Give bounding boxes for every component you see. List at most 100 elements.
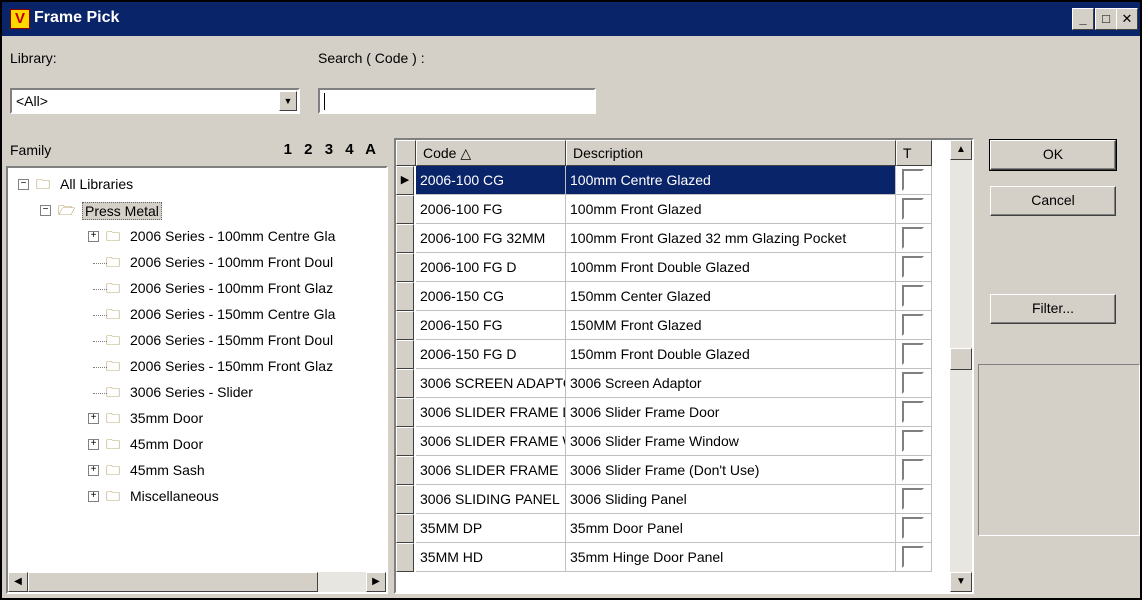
code-cell[interactable]: 2006-150 CG xyxy=(416,282,566,311)
row-header[interactable] xyxy=(396,369,414,398)
tree-node[interactable]: − 🗀 All Libraries xyxy=(8,174,386,196)
row-header[interactable] xyxy=(396,224,414,253)
grid-scroll-thumb[interactable] xyxy=(950,348,972,370)
close-button[interactable]: ✕ xyxy=(1116,8,1138,30)
code-cell[interactable]: 35MM HD xyxy=(416,543,566,572)
code-cell[interactable]: 3006 SLIDING PANEL xyxy=(416,485,566,514)
row-header[interactable] xyxy=(396,456,414,485)
tree-level-buttons[interactable]: 1 2 3 4 A xyxy=(284,141,380,158)
row-header[interactable] xyxy=(396,543,414,572)
description-cell[interactable]: 3006 Slider Frame (Don't Use) xyxy=(566,456,896,485)
row-header[interactable] xyxy=(396,253,414,282)
code-cell[interactable]: 35MM DP xyxy=(416,514,566,543)
t-checkbox[interactable] xyxy=(902,546,924,568)
description-cell[interactable]: 150MM Front Glazed xyxy=(566,311,896,340)
table-row[interactable]: 35MM HD 35mm Hinge Door Panel xyxy=(396,543,972,572)
row-header[interactable] xyxy=(396,485,414,514)
expand-icon[interactable]: + xyxy=(88,439,99,450)
code-cell[interactable]: 3006 SLIDER FRAME xyxy=(416,456,566,485)
column-header-t[interactable]: T xyxy=(896,140,932,166)
frames-grid[interactable]: Code △ Description T ▶ 2006-100 CG 100mm C… xyxy=(394,138,974,594)
maximize-button[interactable]: □ xyxy=(1095,8,1117,30)
code-cell[interactable]: 3006 SCREEN ADAPTOR xyxy=(416,369,566,398)
table-row[interactable]: 35MM DP 35mm Door Panel xyxy=(396,514,972,543)
t-checkbox[interactable] xyxy=(902,198,924,220)
t-checkbox[interactable] xyxy=(902,285,924,307)
table-row[interactable]: 2006-100 FG 32MM 100mm Front Glazed 32 mm… xyxy=(396,224,972,253)
description-cell[interactable]: 3006 Slider Frame Window xyxy=(566,427,896,456)
t-checkbox[interactable] xyxy=(902,169,924,191)
row-header[interactable] xyxy=(396,282,414,311)
code-cell[interactable]: 3006 SLIDER FRAME WINDOW xyxy=(416,427,566,456)
code-cell[interactable]: 2006-100 CG xyxy=(416,166,566,195)
scroll-right-icon[interactable]: ▶ xyxy=(366,572,386,592)
t-checkbox[interactable] xyxy=(902,314,924,336)
t-checkbox[interactable] xyxy=(902,488,924,510)
table-row[interactable]: 2006-150 FG 150MM Front Glazed xyxy=(396,311,972,340)
description-cell[interactable]: 150mm Center Glazed xyxy=(566,282,896,311)
t-checkbox[interactable] xyxy=(902,372,924,394)
scroll-down-icon[interactable]: ▼ xyxy=(950,572,972,592)
description-cell[interactable]: 100mm Front Double Glazed xyxy=(566,253,896,282)
t-checkbox[interactable] xyxy=(902,459,924,481)
search-input[interactable] xyxy=(318,88,596,114)
title-bar[interactable]: V Frame Pick _ □ ✕ xyxy=(2,2,1140,36)
table-row[interactable]: 3006 SCREEN ADAPTOR3006 Screen Adaptor xyxy=(396,369,972,398)
t-checkbox[interactable] xyxy=(902,227,924,249)
tree-node[interactable]: + 🗀 45mm Door xyxy=(8,434,386,456)
tree-horizontal-scrollbar[interactable]: ◀ ▶ xyxy=(8,572,386,592)
description-cell[interactable]: 3006 Slider Frame Door xyxy=(566,398,896,427)
expand-icon[interactable]: + xyxy=(88,231,99,242)
expand-icon[interactable]: + xyxy=(88,413,99,424)
table-row[interactable]: 2006-150 FG D 150mm Front Double Glazed xyxy=(396,340,972,369)
description-cell[interactable]: 150mm Front Double Glazed xyxy=(566,340,896,369)
collapse-icon[interactable]: − xyxy=(18,179,29,190)
t-checkbox[interactable] xyxy=(902,517,924,539)
tree-node[interactable]: 🗀 2006 Series - 150mm Front Glaz xyxy=(8,356,386,378)
table-row[interactable]: 3006 SLIDING PANEL 3006 Sliding Panel xyxy=(396,485,972,514)
code-cell[interactable]: 2006-100 FG D xyxy=(416,253,566,282)
table-row[interactable]: 3006 SLIDER FRAME DOOR3006 Slider Frame … xyxy=(396,398,972,427)
code-cell[interactable]: 3006 SLIDER FRAME DOOR xyxy=(416,398,566,427)
chevron-down-icon[interactable]: ▼ xyxy=(279,91,297,111)
tree-scroll-thumb[interactable] xyxy=(28,572,318,592)
table-row[interactable]: 2006-100 FG 100mm Front Glazed xyxy=(396,195,972,224)
tree-node[interactable]: + 🗀 2006 Series - 100mm Centre Gla xyxy=(8,226,386,248)
row-header[interactable] xyxy=(396,427,414,456)
table-row[interactable]: 2006-100 FG D 100mm Front Double Glazed xyxy=(396,253,972,282)
current-row-indicator-icon[interactable]: ▶ xyxy=(396,166,414,195)
description-cell[interactable]: 3006 Screen Adaptor xyxy=(566,369,896,398)
t-checkbox[interactable] xyxy=(902,430,924,452)
row-header[interactable] xyxy=(396,340,414,369)
tree-node[interactable]: 🗀 2006 Series - 100mm Front Glaz xyxy=(8,278,386,300)
description-cell[interactable]: 35mm Hinge Door Panel xyxy=(566,543,896,572)
description-cell[interactable]: 35mm Door Panel xyxy=(566,514,896,543)
row-header[interactable] xyxy=(396,514,414,543)
tree-node[interactable]: 🗀 3006 Series - Slider xyxy=(8,382,386,404)
description-cell[interactable]: 3006 Sliding Panel xyxy=(566,485,896,514)
filter-button[interactable]: Filter... xyxy=(990,294,1116,324)
scroll-up-icon[interactable]: ▲ xyxy=(950,140,972,160)
table-row[interactable]: 3006 SLIDER FRAME 3006 Slider Frame (Don'… xyxy=(396,456,972,485)
description-cell[interactable]: 100mm Front Glazed xyxy=(566,195,896,224)
tree-node[interactable]: + 🗀 45mm Sash xyxy=(8,460,386,482)
tree-node[interactable]: 🗀 2006 Series - 100mm Front Doul xyxy=(8,252,386,274)
family-tree[interactable]: − 🗀 All Libraries − 🗁 Press Metal + 🗀 2006 Serie… xyxy=(6,166,388,594)
table-row[interactable]: ▶ 2006-100 CG 100mm Centre Glazed xyxy=(396,166,972,195)
t-checkbox[interactable] xyxy=(902,256,924,278)
grid-vertical-scrollbar[interactable]: ▲ ▼ xyxy=(950,140,972,592)
tree-node[interactable]: + 🗀 Miscellaneous xyxy=(8,486,386,508)
description-cell[interactable]: 100mm Front Glazed 32 mm Glazing Pocket xyxy=(566,224,896,253)
code-cell[interactable]: 2006-150 FG D xyxy=(416,340,566,369)
scroll-left-icon[interactable]: ◀ xyxy=(8,572,28,592)
tree-node[interactable]: 🗀 2006 Series - 150mm Centre Gla xyxy=(8,304,386,326)
tree-node[interactable]: − 🗁 Press Metal xyxy=(8,200,386,222)
t-checkbox[interactable] xyxy=(902,401,924,423)
table-row[interactable]: 2006-150 CG 150mm Center Glazed xyxy=(396,282,972,311)
code-cell[interactable]: 2006-100 FG xyxy=(416,195,566,224)
row-header[interactable] xyxy=(396,195,414,224)
column-header-description[interactable]: Description xyxy=(566,140,896,166)
code-cell[interactable]: 2006-150 FG xyxy=(416,311,566,340)
tree-node[interactable]: + 🗀 35mm Door xyxy=(8,408,386,430)
row-header[interactable] xyxy=(396,311,414,340)
